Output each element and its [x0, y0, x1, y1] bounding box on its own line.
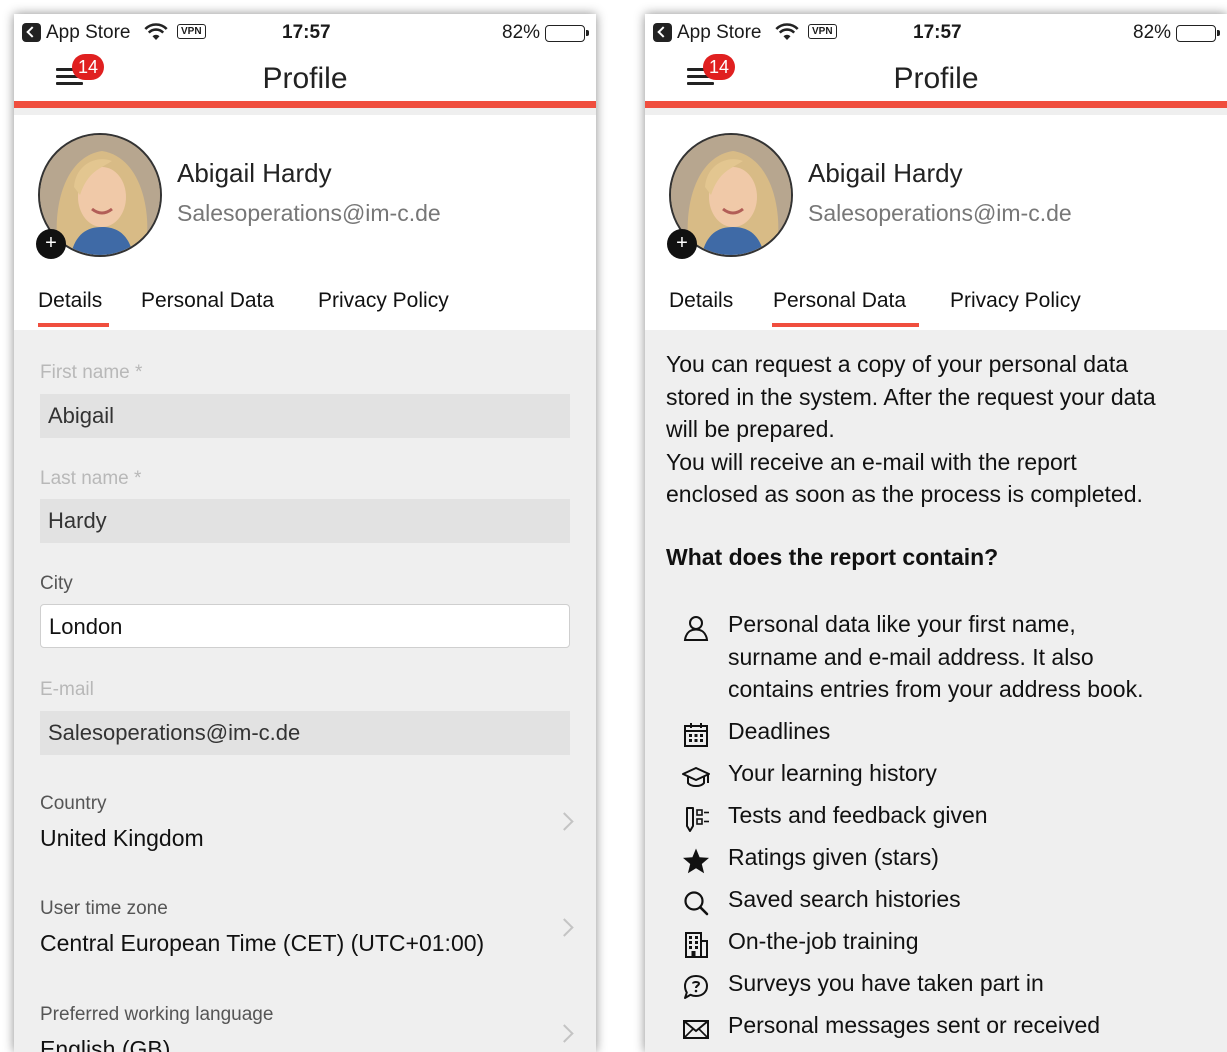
- list-item-text: Tests and feedback given: [728, 802, 988, 828]
- email-field: Salesoperations@im-c.de: [40, 711, 570, 755]
- list-item-text: Ratings given (stars): [728, 844, 939, 870]
- country-label: Country: [40, 793, 107, 814]
- intro-line: enclosed as soon as the process is compl…: [666, 481, 1143, 507]
- personal-data-intro: You can request a copy of your personal …: [666, 348, 1216, 511]
- page-title: Profile: [262, 62, 348, 95]
- building-icon: [685, 932, 708, 958]
- back-to-app-icon[interactable]: [653, 23, 672, 42]
- profile-personal-data-screen: App Store VPN 17:57 82% 14 Profile + Abi…: [645, 14, 1227, 1052]
- profile-tabs: Details Personal Data Privacy Policy: [14, 285, 596, 330]
- list-item-text: On-the-job training: [728, 928, 919, 954]
- active-tab-indicator: [772, 323, 919, 327]
- wifi-icon: [144, 23, 168, 40]
- vpn-badge: VPN: [177, 24, 206, 39]
- profile-details-screen: App Store VPN 17:57 82% 14 Profile + Abi…: [14, 14, 596, 1052]
- list-item-line: contains entries from your address book.: [728, 676, 1144, 702]
- person-icon: [683, 616, 709, 641]
- survey-bubble-icon: [684, 975, 708, 999]
- intro-line: You will receive an e-mail with the repo…: [666, 448, 1077, 475]
- country-select[interactable]: United Kingdom: [40, 825, 204, 852]
- tab-personal-data[interactable]: Personal Data: [141, 289, 274, 313]
- city-label: City: [40, 573, 73, 594]
- list-item-text: Saved search histories: [728, 886, 961, 912]
- personal-data-panel: You can request a copy of your personal …: [645, 330, 1227, 1052]
- graduation-cap-icon: [682, 767, 710, 787]
- battery-icon: [545, 25, 589, 42]
- profile-tabs: Details Personal Data Privacy Policy: [645, 285, 1227, 330]
- tab-details[interactable]: Details: [669, 289, 733, 313]
- profile-name: Abigail Hardy: [808, 158, 963, 188]
- profile-name: Abigail Hardy: [177, 158, 332, 188]
- tab-personal-data[interactable]: Personal Data: [773, 289, 906, 313]
- vpn-badge: VPN: [808, 24, 837, 39]
- active-tab-indicator: [38, 323, 109, 327]
- list-item-line: Personal data like your first name,: [728, 611, 1076, 637]
- status-back-app[interactable]: App Store: [677, 22, 762, 44]
- battery-percent: 82%: [1133, 22, 1172, 43]
- email-label: E-mail: [40, 679, 94, 700]
- time-zone-label: User time zone: [40, 898, 168, 919]
- chevron-right-icon[interactable]: [555, 812, 574, 831]
- back-to-app-icon[interactable]: [22, 23, 41, 42]
- intro-line: You can request a copy of your personal …: [666, 351, 1129, 377]
- intro-line: will be prepared.: [666, 416, 835, 442]
- status-time: 17:57: [282, 22, 331, 43]
- tab-details[interactable]: Details: [38, 289, 102, 313]
- intro-line: stored in the system. After the request …: [666, 383, 1156, 410]
- add-photo-button[interactable]: +: [36, 229, 66, 259]
- language-select[interactable]: English (GB): [40, 1036, 170, 1052]
- time-zone-select[interactable]: Central European Time (CET) (UTC+01:00): [40, 930, 484, 957]
- profile-email: Salesoperations@im-c.de: [808, 200, 1072, 226]
- first-name-label: First name *: [40, 362, 143, 383]
- profile-email: Salesoperations@im-c.de: [177, 200, 441, 226]
- status-back-app[interactable]: App Store: [46, 22, 131, 44]
- page-title: Profile: [893, 62, 979, 95]
- list-item-text: Surveys you have taken part in: [728, 970, 1044, 996]
- list-item-text: Personal messages sent or received: [728, 1012, 1101, 1038]
- report-contents-heading: What does the report contain?: [666, 544, 999, 570]
- profile-card: + Abigail Hardy Salesoperations@im-c.de …: [645, 115, 1227, 330]
- search-icon: [684, 891, 709, 916]
- language-label: Preferred working language: [40, 1004, 274, 1025]
- app-header: 14 Profile: [14, 52, 596, 108]
- list-item-text: Your learning history: [728, 760, 937, 786]
- first-name-field: Abigail: [40, 394, 570, 438]
- tab-privacy-policy[interactable]: Privacy Policy: [950, 289, 1081, 313]
- app-header: 14 Profile: [645, 52, 1227, 108]
- battery-icon: [1176, 25, 1220, 42]
- calendar-icon: [684, 723, 708, 747]
- chevron-right-icon[interactable]: [555, 918, 574, 937]
- last-name-label: Last name *: [40, 468, 142, 489]
- status-bar: App Store VPN 17:57 82%: [14, 14, 596, 52]
- details-form: First name * Abigail Last name * Hardy C…: [14, 330, 596, 1052]
- city-input[interactable]: London: [40, 604, 570, 648]
- chevron-right-icon[interactable]: [555, 1024, 574, 1043]
- star-icon: [683, 848, 709, 874]
- add-photo-button[interactable]: +: [667, 229, 697, 259]
- status-bar: App Store VPN 17:57 82%: [645, 14, 1227, 52]
- battery-percent: 82%: [502, 22, 541, 43]
- profile-card: + Abigail Hardy Salesoperations@im-c.de …: [14, 115, 596, 330]
- last-name-field: Hardy: [40, 499, 570, 543]
- envelope-icon: [683, 1020, 709, 1039]
- list-item-line: surname and e-mail address. It also: [728, 643, 1094, 670]
- wifi-icon: [775, 23, 799, 40]
- test-checklist-icon: [686, 807, 709, 832]
- status-time: 17:57: [913, 22, 962, 43]
- tab-privacy-policy[interactable]: Privacy Policy: [318, 289, 449, 313]
- list-item-text: Deadlines: [728, 718, 831, 744]
